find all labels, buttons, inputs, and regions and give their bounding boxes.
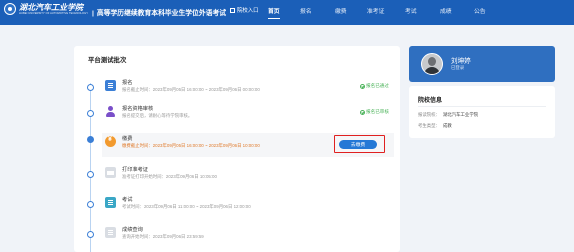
status-badge: 报名已审核 bbox=[360, 109, 389, 115]
exam-icon bbox=[105, 197, 116, 208]
school-info-title: 院校信息 bbox=[418, 98, 443, 104]
school-entry-link[interactable]: 院校入口 bbox=[230, 6, 259, 14]
step-subtitle: 准考证打印开始时间：2023年09月06日 10:05:00 bbox=[122, 174, 217, 179]
step-exam: 考试 考试时间：2023年09月06日 11:00:00 ~ 2023年09月0… bbox=[105, 194, 395, 218]
timeline-dot bbox=[87, 201, 94, 208]
profile-card: 刘坤婷 已登录 bbox=[409, 46, 555, 82]
school-logo-icon bbox=[4, 3, 16, 15]
timeline-dot-current bbox=[87, 136, 94, 143]
nav-home[interactable]: 首页 bbox=[268, 6, 280, 19]
site-title: | 高等学历继续教育本科毕业生学位外语考试 bbox=[92, 7, 226, 17]
status-badge: 报名已通过 bbox=[360, 83, 389, 89]
info-row-type: 考生类型： 成教 bbox=[418, 123, 452, 129]
step-review: 报名资格审核 报名提交后，请耐心等待学院审核。 报名已审核 bbox=[105, 103, 395, 127]
step-title: 缴费 bbox=[122, 136, 133, 142]
avatar[interactable] bbox=[421, 53, 443, 75]
step-title: 报名 bbox=[122, 80, 133, 86]
go-pay-button[interactable]: 去缴费 bbox=[339, 140, 377, 149]
user-role: 已登录 bbox=[451, 65, 465, 70]
printer-icon bbox=[105, 167, 116, 178]
nav-admission-ticket[interactable]: 准考证 bbox=[367, 6, 384, 15]
document-icon bbox=[105, 80, 116, 91]
info-value: 湖北汽车工业学院 bbox=[442, 112, 479, 117]
info-value: 成教 bbox=[442, 123, 452, 128]
top-header: 湖北汽车工业学院 HUBEI UNIVERSITY OF AUTOMOTIVE … bbox=[0, 0, 574, 25]
nav-exam[interactable]: 考试 bbox=[405, 6, 417, 15]
step-subtitle: 缴费截止时间：2023年09月05日 16:00:00 ~ 2023年09月06… bbox=[122, 143, 260, 148]
school-info-card: 院校信息 报读院校： 湖北汽车工业学院 考生类型： 成教 bbox=[409, 86, 555, 138]
nav-score[interactable]: 成绩 bbox=[440, 6, 452, 15]
nav-notice[interactable]: 公告 bbox=[474, 6, 486, 15]
step-subtitle: 报名截止时间：2023年09月05日 16:00:00 ~ 2023年09月06… bbox=[122, 87, 260, 92]
step-title: 打印准考证 bbox=[122, 167, 148, 173]
timeline-line bbox=[90, 83, 91, 252]
info-label: 报读院校： bbox=[418, 112, 440, 117]
step-subtitle: 考试时间：2023年09月06日 11:00:00 ~ 2023年09月06日 … bbox=[122, 204, 251, 209]
status-text: 报名已审核 bbox=[366, 109, 389, 114]
user-icon bbox=[105, 106, 116, 117]
step-score-query: 成绩查询 查询开始时间：2023年09月06日 23:59:59 bbox=[105, 224, 395, 248]
info-label: 考生类型： bbox=[418, 123, 440, 128]
nav-register[interactable]: 报名 bbox=[300, 6, 312, 15]
school-entry-label: 院校入口 bbox=[237, 8, 259, 14]
timeline-dot bbox=[87, 110, 94, 117]
score-icon bbox=[105, 227, 116, 238]
home-icon bbox=[230, 7, 235, 13]
info-row-school: 报读院校： 湖北汽车工业学院 bbox=[418, 112, 478, 118]
step-title: 报名资格审核 bbox=[122, 106, 154, 112]
step-title: 成绩查询 bbox=[122, 227, 143, 233]
status-text: 报名已通过 bbox=[366, 83, 389, 88]
timeline-dot bbox=[87, 171, 94, 178]
step-print-ticket: 打印准考证 准考证打印开始时间：2023年09月06日 10:05:00 bbox=[105, 164, 395, 188]
school-name-en: HUBEI UNIVERSITY OF AUTOMOTIVE TECHNOLOG… bbox=[19, 12, 89, 15]
user-name: 刘坤婷 bbox=[451, 58, 471, 65]
nav-payment[interactable]: 缴费 bbox=[335, 6, 347, 15]
timeline-dot bbox=[87, 231, 94, 238]
step-subtitle: 查询开始时间：2023年09月06日 23:59:59 bbox=[122, 234, 204, 239]
batch-title: 平台测试批次 bbox=[88, 57, 127, 64]
site-title-text: 高等学历继续教育本科毕业生学位外语考试 bbox=[96, 10, 227, 17]
coin-icon bbox=[105, 136, 116, 147]
step-subtitle: 报名提交后，请耐心等待学院审核。 bbox=[122, 113, 193, 118]
title-separator: | bbox=[92, 10, 94, 17]
step-register: 报名 报名截止时间：2023年09月05日 16:00:00 ~ 2023年09… bbox=[105, 77, 395, 101]
timeline-dot bbox=[87, 84, 94, 91]
check-circle-icon bbox=[360, 109, 366, 115]
check-circle-icon bbox=[360, 83, 366, 89]
step-title: 考试 bbox=[122, 197, 133, 203]
divider bbox=[418, 106, 546, 107]
